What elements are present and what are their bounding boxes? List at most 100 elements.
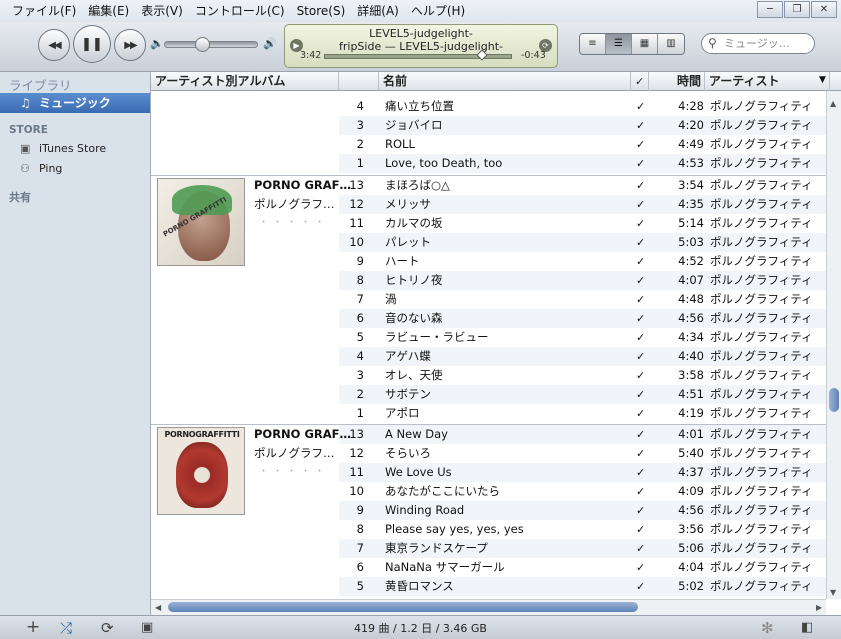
track-checkbox[interactable]: ✓ [636,539,645,558]
scroll-down-arrow-icon[interactable]: ▼ [830,588,836,597]
coverflow-view-button[interactable]: ▥ [658,34,684,54]
horizontal-scroll-thumb[interactable] [168,602,638,612]
sidebar-item-music[interactable]: ♫ ミュージック [0,93,150,113]
track-row[interactable]: 1 アポロ ✓ 4:19 ポルノグラフィティ [339,404,826,423]
album-list-view-button[interactable]: ☰ [606,34,632,54]
track-row[interactable]: 13 A New Day ✓ 4:01 ポルノグラフィティ [339,425,826,444]
vertical-scroll-thumb[interactable] [829,388,839,412]
track-row[interactable]: 12 そらいろ ✓ 5:40 ポルノグラフィティ [339,444,826,463]
column-time[interactable]: 時間 [649,72,705,91]
album-rating[interactable]: ・・・・・ [259,215,329,228]
previous-button[interactable]: ◀◀ [38,29,70,61]
column-check[interactable]: ✓ [631,72,649,91]
scroll-right-arrow-icon[interactable]: ▶ [816,603,822,612]
track-checkbox[interactable]: ✓ [636,463,645,482]
close-button[interactable]: ✕ [811,1,837,18]
track-checkbox[interactable]: ✓ [636,233,645,252]
track-checkbox[interactable]: ✓ [636,290,645,309]
search-input[interactable]: ミュージッ… [701,33,815,54]
track-row[interactable]: 4 アゲハ蝶 ✓ 4:40 ポルノグラフィティ [339,347,826,366]
track-row[interactable]: 3 ジョバイロ ✓ 4:20 ポルノグラフィティ [339,116,826,135]
track-checkbox[interactable]: ✓ [636,135,645,154]
column-name[interactable]: 名前 [379,72,631,91]
volume-slider[interactable] [164,41,258,48]
column-album-by-artist[interactable]: アーティスト別アルバム [151,72,339,91]
menu-edit[interactable]: 編集(E) [82,0,135,22]
track-row[interactable]: 7 渦 ✓ 4:48 ポルノグラフィティ [339,290,826,309]
track-row[interactable]: 6 NaNaNa サマーガール ✓ 4:04 ポルノグラフィティ [339,558,826,577]
track-checkbox[interactable]: ✓ [636,482,645,501]
track-row[interactable]: 9 ハート ✓ 4:52 ポルノグラフィティ [339,252,826,271]
track-checkbox[interactable]: ✓ [636,385,645,404]
track-checkbox[interactable]: ✓ [636,520,645,539]
track-checkbox[interactable]: ✓ [636,97,645,116]
track-checkbox[interactable]: ✓ [636,116,645,135]
track-checkbox[interactable]: ✓ [636,309,645,328]
track-checkbox[interactable]: ✓ [636,404,645,423]
track-number: 12 [349,446,364,460]
track-checkbox[interactable]: ✓ [636,444,645,463]
sidebar-item-ping[interactable]: ⚇ Ping [0,159,150,179]
menu-help[interactable]: ヘルプ(H) [405,0,471,22]
track-row[interactable]: 13 まほろば○△ ✓ 3:54 ポルノグラフィティ [339,176,826,195]
menu-bar: ファイル(F) 編集(E) 表示(V) コントロール(C) Store(S) 詳… [0,0,841,22]
column-artist[interactable]: アーティスト [705,72,830,91]
track-row[interactable]: 2 ROLL ✓ 4:49 ポルノグラフィティ [339,135,826,154]
track-title: パレット [385,235,431,249]
album-rating[interactable]: ・・・・・ [259,464,329,477]
track-row[interactable]: 10 パレット ✓ 5:03 ポルノグラフィティ [339,233,826,252]
album-cover[interactable]: PORNO GRAFFITTI [157,178,245,266]
track-row[interactable]: 12 メリッサ ✓ 4:35 ポルノグラフィティ [339,195,826,214]
track-row[interactable]: 1 Love, too Death, too ✓ 4:53 ポルノグラフィティ [339,154,826,173]
track-row[interactable]: 6 音のない森 ✓ 4:56 ポルノグラフィティ [339,309,826,328]
track-checkbox[interactable]: ✓ [636,366,645,385]
grid-view-button[interactable]: ▦ [632,34,658,54]
next-button[interactable]: ▶▶ [114,29,146,61]
menu-file[interactable]: ファイル(F) [6,0,82,22]
track-title: NaNaNa サマーガール [385,560,505,574]
track-row[interactable]: 11 We Love Us ✓ 4:37 ポルノグラフィティ [339,463,826,482]
track-row[interactable]: 9 Winding Road ✓ 4:56 ポルノグラフィティ [339,501,826,520]
menu-view[interactable]: 表示(V) [135,0,189,22]
track-row[interactable]: 4 痛い立ち位置 ✓ 4:28 ポルノグラフィティ [339,97,826,116]
track-checkbox[interactable]: ✓ [636,271,645,290]
track-artist: ポルノグラフィティ [710,311,813,325]
track-row[interactable]: 5 黄昏ロマンス ✓ 5:02 ポルノグラフィティ [339,577,826,596]
track-checkbox[interactable]: ✓ [636,195,645,214]
vertical-scrollbar[interactable] [826,91,841,599]
scroll-up-arrow-icon[interactable]: ▲ [830,99,836,108]
track-row[interactable]: 3 オレ、天使 ✓ 3:58 ポルノグラフィティ [339,366,826,385]
track-row[interactable]: 10 あなたがここにいたら ✓ 4:09 ポルノグラフィティ [339,482,826,501]
track-artist: ポルノグラフィティ [710,427,813,441]
track-time: 4:52 [678,254,704,268]
track-row[interactable]: 7 東京ランドスケープ ✓ 5:06 ポルノグラフィティ [339,539,826,558]
track-checkbox[interactable]: ✓ [636,176,645,195]
track-checkbox[interactable]: ✓ [636,252,645,271]
track-checkbox[interactable]: ✓ [636,558,645,577]
volume-knob[interactable] [194,37,210,52]
track-row[interactable]: 8 ヒトリノ夜 ✓ 4:07 ポルノグラフィティ [339,271,826,290]
sidebar-item-itunes-store[interactable]: ▣ iTunes Store [0,139,150,159]
menu-controls[interactable]: コントロール(C) [189,0,291,22]
sidebar-item-label: Ping [39,162,63,175]
track-checkbox[interactable]: ✓ [636,577,645,596]
track-checkbox[interactable]: ✓ [636,501,645,520]
track-checkbox[interactable]: ✓ [636,214,645,233]
track-row[interactable]: 2 サボテン ✓ 4:51 ポルノグラフィティ [339,385,826,404]
album-cover[interactable]: PORNOGRAFFITTI [157,427,245,515]
track-checkbox[interactable]: ✓ [636,347,645,366]
maximize-button[interactable]: ❐ [784,1,810,18]
track-row[interactable]: 11 カルマの坂 ✓ 5:14 ポルノグラフィティ [339,214,826,233]
scroll-left-arrow-icon[interactable]: ◀ [155,603,161,612]
menu-store[interactable]: Store(S) [291,0,352,22]
track-row[interactable]: 8 Please say yes, yes, yes ✓ 3:56 ポルノグラフィティ [339,520,826,539]
column-track-number[interactable] [339,72,379,91]
track-checkbox[interactable]: ✓ [636,328,645,347]
track-checkbox[interactable]: ✓ [636,154,645,173]
track-checkbox[interactable]: ✓ [636,425,645,444]
pause-button[interactable]: ❚❚ [73,25,111,63]
track-row[interactable]: 5 ラビュー・ラビュー ✓ 4:34 ポルノグラフィティ [339,328,826,347]
menu-advanced[interactable]: 詳細(A) [351,0,405,22]
list-view-button[interactable]: ≡ [580,34,606,54]
minimize-button[interactable]: ─ [757,1,783,18]
